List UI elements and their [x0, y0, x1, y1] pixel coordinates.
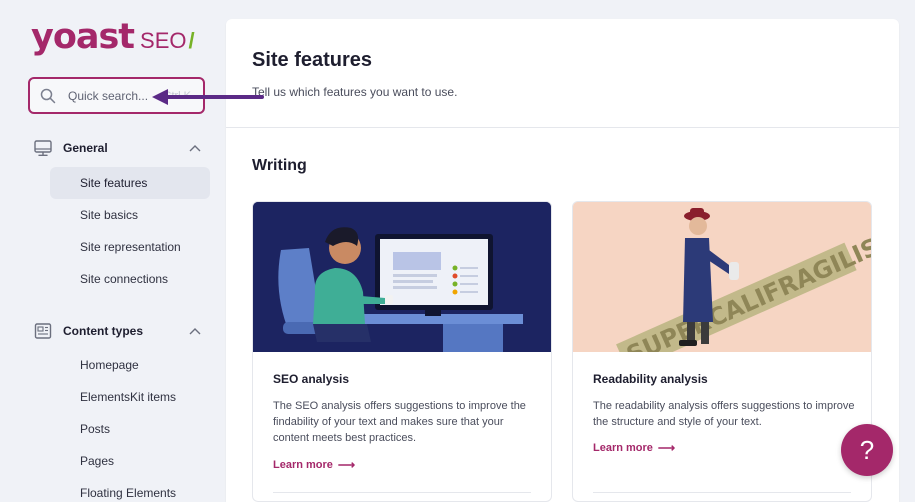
nav-head-general[interactable]: General — [30, 133, 210, 163]
annotation-arrow-icon — [152, 89, 264, 105]
page-subtitle: Tell us which features you want to use. — [252, 85, 458, 99]
card-title: Readability analysis — [593, 372, 708, 386]
readability-illustration-graphic: SUPERCALIFRAGILISTICEXPIALIDOCIOUS — [573, 202, 871, 352]
chevron-up-icon[interactable] — [189, 143, 201, 153]
logo-word: yoast — [31, 17, 135, 57]
sidebar-item-site-connections[interactable]: Site connections — [50, 263, 210, 295]
feature-card-readability-analysis: SUPERCALIFRAGILISTICEXPIALIDOCIOUS Reada… — [572, 201, 872, 502]
card-divider — [593, 492, 851, 493]
arrow-right-icon: ⟶ — [657, 441, 676, 455]
card-description: The readability analysis offers suggesti… — [593, 400, 855, 428]
card-title: SEO analysis — [273, 372, 350, 386]
sidebar-item-site-basics[interactable]: Site basics — [50, 199, 210, 231]
sidebar-item-site-features[interactable]: Site features — [50, 167, 210, 199]
logo-slash: / — [188, 28, 195, 53]
learn-more-link[interactable]: Learn more ⟶ — [593, 441, 675, 455]
sidebar-item-posts[interactable]: Posts — [50, 413, 210, 445]
nav-section-content-types: Content types Homepage ElementsKit items… — [30, 316, 210, 502]
arrow-right-icon: ⟶ — [337, 458, 356, 472]
nav-head-label: Content types — [63, 324, 144, 338]
newspaper-icon — [34, 323, 52, 339]
seo-analysis-illustration — [253, 202, 551, 352]
readability-analysis-illustration: SUPERCALIFRAGILISTICEXPIALIDOCIOUS — [573, 202, 871, 352]
help-button[interactable]: ? — [841, 424, 893, 476]
sidebar-item-site-representation[interactable]: Site representation — [50, 231, 210, 263]
seo-illustration-graphic — [253, 202, 551, 352]
learn-more-link[interactable]: Learn more ⟶ — [273, 458, 355, 472]
desktop-icon — [34, 140, 52, 156]
sidebar-item-floating-elements[interactable]: Floating Elements — [50, 477, 210, 502]
nav-head-label: General — [63, 141, 108, 155]
card-divider — [273, 492, 531, 493]
main-panel: Site features Tell us which features you… — [226, 19, 899, 502]
logo-seo: SEO — [140, 28, 187, 53]
card-description: The SEO analysis offers suggestions to i… — [273, 400, 526, 444]
search-icon — [40, 88, 56, 103]
divider — [226, 127, 899, 128]
chevron-up-icon[interactable] — [189, 326, 201, 336]
sidebar: yoast SEO / Quick search... Ctrl K Gener… — [0, 0, 226, 502]
section-title-writing: Writing — [252, 157, 307, 174]
sidebar-item-elementskit-items[interactable]: ElementsKit items — [50, 381, 210, 413]
learn-more-label: Learn more — [273, 459, 333, 471]
yoast-logo[interactable]: yoast SEO / — [31, 16, 195, 58]
nav-head-content-types[interactable]: Content types — [30, 316, 210, 346]
feature-card-seo-analysis: SEO analysis The SEO analysis offers sug… — [252, 201, 552, 502]
search-placeholder: Quick search... — [68, 88, 149, 103]
learn-more-label: Learn more — [593, 442, 653, 454]
sidebar-item-pages[interactable]: Pages — [50, 445, 210, 477]
sidebar-item-homepage[interactable]: Homepage — [50, 349, 210, 381]
nav-section-general: General Site features Site basics Site r… — [30, 133, 210, 295]
page-title: Site features — [252, 49, 373, 71]
